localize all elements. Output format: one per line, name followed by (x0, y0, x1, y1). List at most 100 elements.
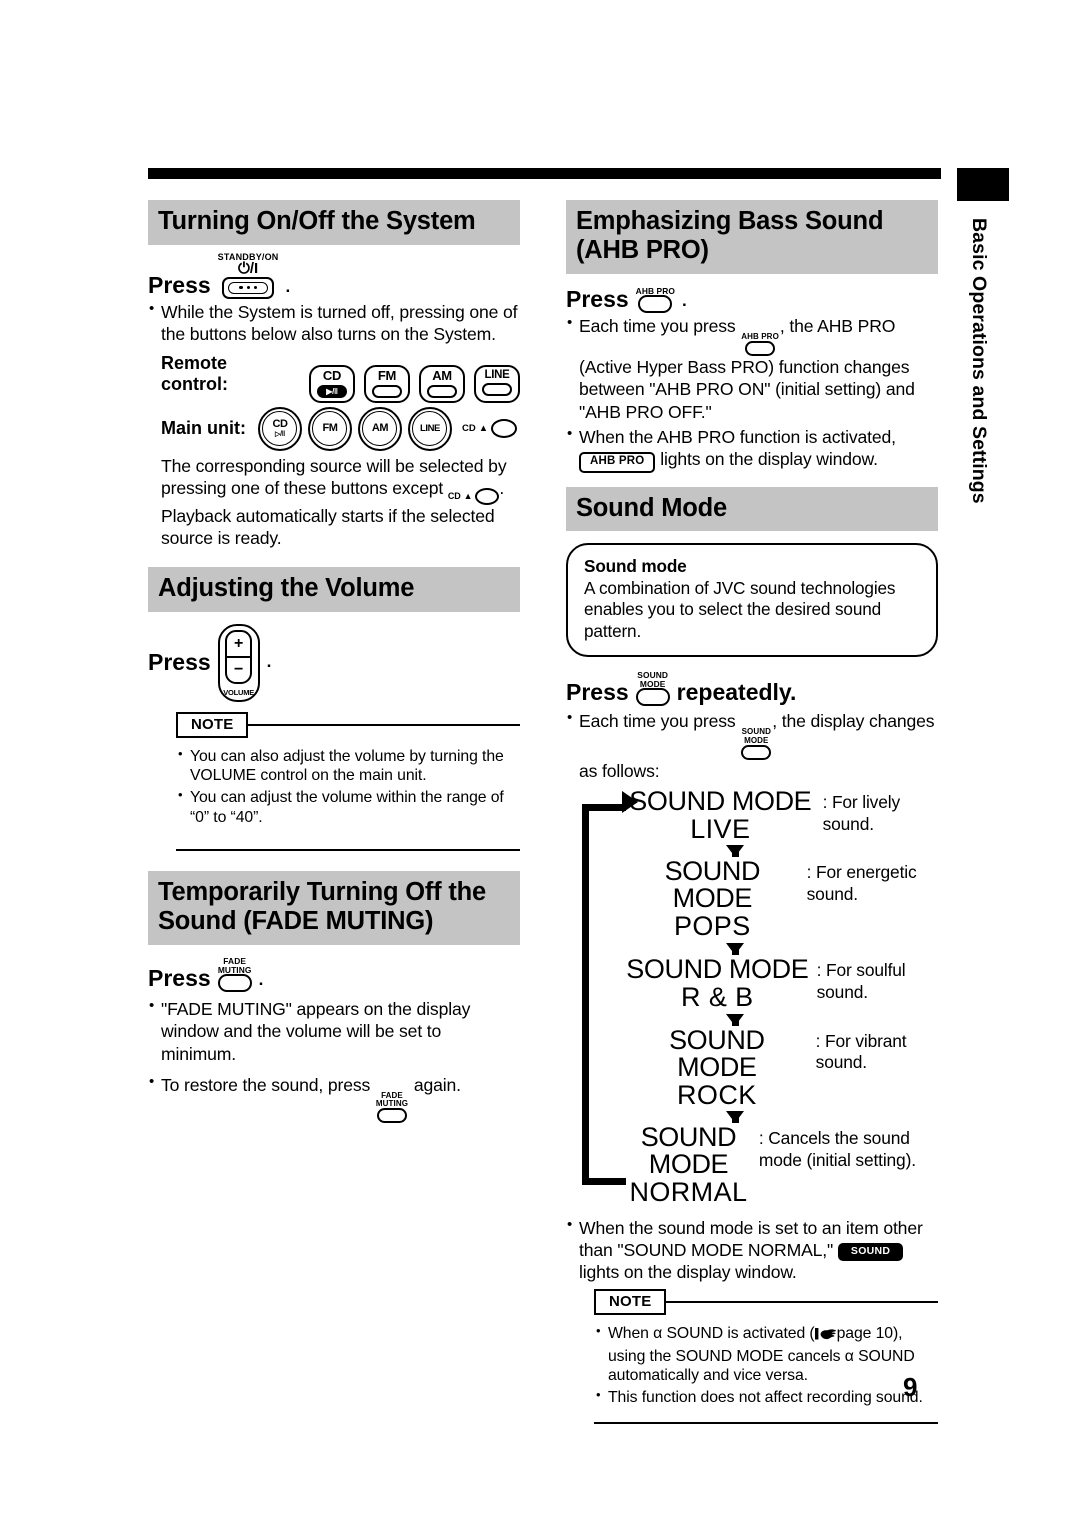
fade-bullets: "FADE MUTING" appears on the display win… (148, 997, 520, 1124)
button-oval-icon (745, 341, 776, 357)
flow-arrow-down (626, 1013, 844, 1026)
ahb-bullet2-post: lights on the display window. (660, 448, 878, 469)
callout-text: A combination of JVC sound technologies … (584, 577, 896, 641)
top-rule (148, 168, 941, 179)
main-am-button[interactable]: AM (357, 406, 402, 451)
section-turning-on-off: Turning On/Off the System Press STANDBY/… (148, 200, 520, 549)
eject-circle-icon (475, 488, 500, 506)
press-tail: repeatedly. (676, 679, 797, 706)
section-heading-fade: Temporarily Turning Off the Sound (FADE … (148, 871, 520, 946)
press-label: Press (148, 649, 211, 676)
flow-step-desc: : For vibrant sound. (815, 1030, 907, 1073)
ahb-bullets: Each time you press AHB PRO , the AHB PR… (566, 314, 938, 473)
volume-up-key[interactable]: + (227, 632, 251, 658)
note-end-rule (594, 1421, 938, 1424)
ahb-bullet1-pre: Each time you press (579, 316, 736, 337)
chapter-tab-marker (957, 168, 1009, 201)
volume-down-key[interactable]: − (227, 658, 250, 682)
sound-mode-caption-line2: MODE (639, 678, 666, 689)
flow-loop-bracket (582, 803, 626, 1185)
flow-step-line1: SOUND MODE (626, 954, 809, 985)
list-item: To restore the sound, press FADE MUTING … (148, 1073, 520, 1124)
fade-muting-button[interactable]: FADE MUTING (217, 957, 252, 993)
ahb-pro-button[interactable]: AHB PRO (636, 286, 675, 314)
flow-step-label: SOUND MODE R & B (626, 954, 809, 1013)
sound-mode-flow-diagram: SOUND MODE LIVE : For lively sound. SOUN… (566, 785, 938, 1207)
restore-text: To restore the sound, press (161, 1074, 371, 1095)
fade-muting-button-inline[interactable]: FADE MUTING (376, 1091, 408, 1124)
section-heading-power: Turning On/Off the System (148, 200, 520, 245)
flow-step-desc: : For energetic sound. (806, 862, 917, 905)
press-label: Press (148, 965, 211, 992)
button-oval-icon (741, 744, 772, 760)
button-oval-icon (638, 295, 673, 314)
volume-rocker-button[interactable]: + − VOLUME (217, 623, 260, 702)
press-fade-line: Press FADE MUTING . (148, 957, 520, 993)
flow-arrow-down (626, 845, 844, 858)
main-cd-button[interactable]: CD ▷/‖ (257, 406, 302, 451)
list-item: You can also adjust the volume by turnin… (176, 746, 520, 786)
page-number: 9 (903, 1372, 918, 1402)
after-bullet-post: lights on the display window. (579, 1262, 797, 1283)
main-fm-label: FM (322, 422, 338, 435)
note-header: NOTE (594, 1289, 938, 1316)
flow-step-line2: R & B (681, 982, 754, 1013)
volume-caption: VOLUME (223, 687, 255, 697)
button-oval-icon (217, 974, 252, 993)
flow-step-line2: ROCK (677, 1079, 757, 1110)
section-heading-volume: Adjusting the Volume (148, 567, 520, 612)
sound-bullet-pre: Each time you press (579, 711, 736, 732)
note-end-rule (176, 849, 520, 852)
press-period: . (266, 651, 272, 671)
section-heading-ahb: Emphasizing Bass Sound (AHB PRO) (566, 200, 938, 275)
manual-page: Basic Operations and Settings Turning On… (0, 0, 1080, 1528)
standby-on-button[interactable]: STANDBY/ON ⏻/I (218, 252, 279, 299)
note-rule (666, 1301, 938, 1304)
power-trailing-text: The corresponding source will be selecte… (148, 455, 520, 549)
remote-am-button[interactable]: AM (419, 364, 465, 403)
list-item: This function does not affect recording … (594, 1387, 938, 1408)
remote-fm-button[interactable]: FM (364, 364, 410, 403)
press-sound-mode-line: Press SOUND MODE repeatedly. (566, 671, 938, 707)
button-oval-icon (427, 384, 457, 398)
sound-mode-bullets: Each time you press SOUND MODE , the dis… (566, 709, 938, 781)
flow-step-line1: SOUND MODE (629, 785, 812, 816)
press-label: Press (566, 679, 629, 706)
remote-line-button[interactable]: LINE (474, 364, 520, 403)
flow-step-label: SOUND MODE LIVE (626, 785, 815, 844)
remote-control-row: Remote control: CD ▶/‖ FM AM LINE (148, 353, 520, 403)
remote-line-label: LINE (484, 368, 510, 381)
left-column: Turning On/Off the System Press STANDBY/… (148, 200, 520, 1126)
cd-eject-button[interactable]: CD ▲ (462, 419, 518, 439)
eject-triangle-icon: ▲ (463, 490, 473, 501)
list-item: Each time you press SOUND MODE , the dis… (566, 709, 938, 781)
cd-eject-inline-icon: CD ▲ (448, 488, 500, 506)
sound-mode-caption-line2: MODE (744, 735, 769, 745)
standby-button-inner (228, 281, 269, 294)
main-fm-ring: FM (312, 411, 348, 447)
play-pause-icon: ▶/‖ (317, 384, 347, 398)
ahb-pro-button-inline[interactable]: AHB PRO (741, 332, 779, 357)
note-list: When α SOUND is activated ( page 10), us… (594, 1323, 938, 1408)
callout-title: Sound mode (584, 556, 687, 577)
remote-am-label: AM (432, 367, 452, 383)
button-oval-icon (482, 382, 512, 396)
section-adjusting-volume: Adjusting the Volume Press + − VOLUME . … (148, 567, 520, 852)
flow-step-desc: : For lively sound. (822, 791, 901, 834)
main-cd-ring: CD ▷/‖ (262, 411, 298, 447)
main-line-button[interactable]: LINE (407, 406, 452, 451)
main-fm-button[interactable]: FM (307, 406, 352, 451)
sound-mode-button[interactable]: SOUND MODE (635, 671, 670, 707)
main-cd-label: CD (272, 418, 288, 431)
fade-caption-line2: MUTING (217, 964, 252, 975)
remote-cd-button[interactable]: CD ▶/‖ (309, 364, 355, 403)
arrow-down-icon (726, 1111, 744, 1124)
button-oval-icon (376, 1108, 407, 1124)
main-unit-buttons: CD ▷/‖ FM AM LINE CD ▲ (257, 406, 518, 451)
note-item1-page: page 10 (836, 1325, 894, 1343)
flow-step-line2: LIVE (690, 813, 751, 844)
note-list: You can also adjust the volume by turnin… (176, 746, 520, 827)
sound-mode-button-inline[interactable]: SOUND MODE (741, 728, 772, 760)
arrow-down-icon (726, 845, 744, 858)
section-ahb-pro: Emphasizing Bass Sound (AHB PRO) Press A… (566, 200, 938, 473)
